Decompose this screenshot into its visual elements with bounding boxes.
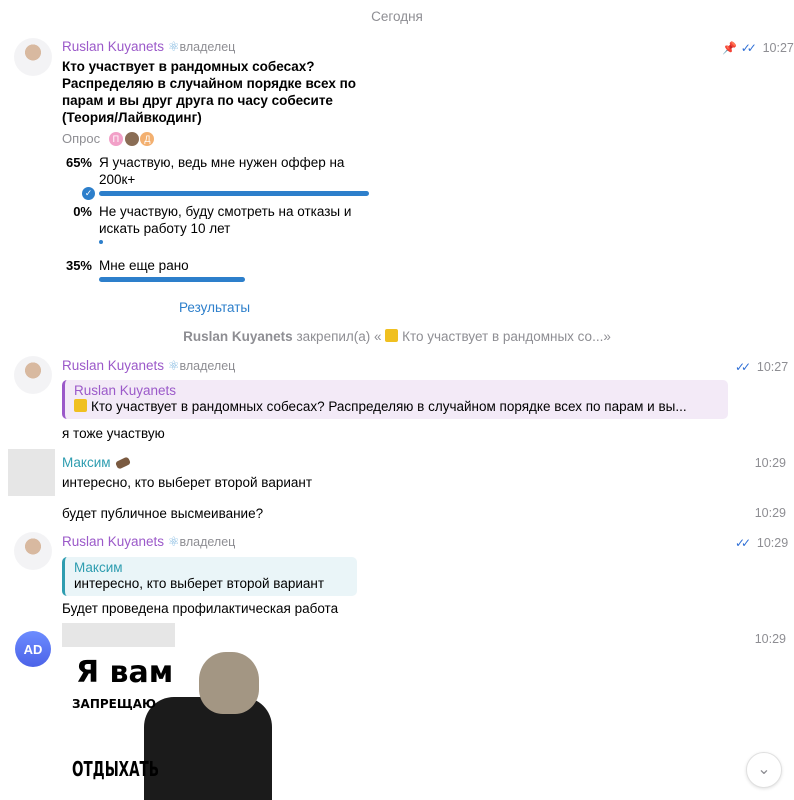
voter-avatar: П <box>107 131 124 148</box>
avatar[interactable] <box>14 532 52 570</box>
message-meta: ✓✓ 10:29 <box>735 535 788 550</box>
message-text: будет публичное высмеивание? <box>62 506 264 521</box>
sticker-text: Я вам <box>76 655 174 690</box>
message-meta: 📌 ✓✓ 10:27 <box>722 40 794 55</box>
message-time: 10:29 <box>756 536 789 550</box>
avatar[interactable] <box>14 356 52 394</box>
message-header: Ruslan Kuyanets ⚛владелец <box>62 358 235 374</box>
poll-option-text[interactable]: Не участвую, буду смотреть на отказы и и… <box>99 203 374 237</box>
atom-icon: ⚛ <box>167 534 180 549</box>
sender-name[interactable]: Ruslan Kuyanets <box>62 39 164 54</box>
results-button[interactable]: Результаты <box>179 300 250 315</box>
service-message-pin[interactable]: Ruslan Kuyanets закрепил(а) « Кто участв… <box>0 329 794 344</box>
voter-avatar: Д <box>139 131 156 148</box>
avatar[interactable] <box>8 449 55 496</box>
atom-icon: ⚛ <box>167 39 180 54</box>
bar-chart-icon <box>74 399 87 412</box>
poll-label: Опрос <box>62 131 101 146</box>
avatar[interactable]: AD <box>15 631 51 667</box>
sticker-figure <box>144 697 272 800</box>
poll-option-bar <box>99 277 245 282</box>
poll-option-percent: 65% <box>65 155 92 170</box>
poll-option-percent: 0% <box>73 204 92 219</box>
reply-quote[interactable]: Ruslan Kuyanets Кто участвует в рандомны… <box>62 380 728 419</box>
quote-text: интересно, кто выберет второй вариант <box>74 576 325 591</box>
message-time: 10:27 <box>756 360 789 374</box>
role-badge: владелец <box>179 535 236 549</box>
sticker[interactable]: Я вам ЗАПРЕЩАЮ ОТДЫХАТЬ <box>62 647 280 800</box>
quote-sender: Ruslan Kuyanets <box>74 383 177 398</box>
poll-option-text[interactable]: Я участвую, ведь мне нужен оффер на 200к… <box>99 154 374 188</box>
sticker-text: ЗАПРЕЩАЮ <box>72 697 157 711</box>
service-actor: Ruslan Kuyanets <box>183 329 293 344</box>
service-snippet: Кто участвует в рандомных со...» <box>402 329 611 344</box>
poll-question: Кто участвует в рандомных собесах? Распр… <box>62 59 357 125</box>
quote-sender: Максим <box>74 560 123 575</box>
reply-quote[interactable]: Максим интересно, кто выберет второй вар… <box>62 557 357 596</box>
poll-option-text[interactable]: Мне еще рано <box>99 257 374 274</box>
message-time: 10:27 <box>762 41 794 55</box>
poll-option-bar <box>99 191 369 196</box>
message-time: 10:29 <box>754 632 786 646</box>
message-header: Ruslan Kuyanets ⚛владелец <box>62 534 235 550</box>
voter-avatar <box>123 131 140 148</box>
bar-chart-icon <box>385 329 399 342</box>
avatar[interactable] <box>14 38 52 76</box>
message-header: Ruslan Kuyanets ⚛владелец <box>62 39 235 55</box>
role-badge: владелец <box>179 359 236 373</box>
quote-text: Кто участвует в рандомных собесах? Распр… <box>91 399 687 414</box>
sticker-cat-head <box>199 652 259 714</box>
service-action: закрепил(а) « <box>296 329 382 344</box>
message-text: Будет проведена профилактическая работа <box>62 601 339 616</box>
sticker-text: ОТДЫХАТЬ <box>72 757 160 781</box>
quote-text-row: Кто участвует в рандомных собесах? Распр… <box>74 398 720 415</box>
message-header: Максим <box>62 455 132 470</box>
message-meta: ✓✓ 10:27 <box>735 359 788 374</box>
emoji-status-icon <box>115 456 132 470</box>
message-time: 10:29 <box>754 506 786 520</box>
double-check-icon: ✓✓ <box>735 536 751 550</box>
sender-name[interactable]: Максим <box>62 455 111 470</box>
sender-name[interactable]: Ruslan Kuyanets <box>62 534 164 549</box>
role-badge: владелец <box>179 40 236 54</box>
sender-name-placeholder <box>62 623 175 649</box>
poll-option-bar <box>99 240 103 244</box>
double-check-icon: ✓✓ <box>735 360 751 374</box>
message-text: я тоже участвую <box>62 426 165 441</box>
poll-label-row: Опрос П Д <box>62 131 156 148</box>
atom-icon: ⚛ <box>167 358 180 373</box>
chevron-down-icon: ⌄ <box>757 761 771 778</box>
poll-option-percent: 35% <box>65 258 92 273</box>
pin-icon: 📌 <box>722 41 737 55</box>
message-time: 10:29 <box>754 456 786 470</box>
message-text: интересно, кто выберет второй вариант <box>62 475 313 490</box>
scroll-down-button[interactable]: ⌄ <box>746 752 782 788</box>
chosen-check-icon: ✓ <box>82 187 95 200</box>
sender-name[interactable]: Ruslan Kuyanets <box>62 358 164 373</box>
date-separator: Сегодня <box>371 9 423 24</box>
double-check-icon: ✓✓ <box>740 41 757 55</box>
